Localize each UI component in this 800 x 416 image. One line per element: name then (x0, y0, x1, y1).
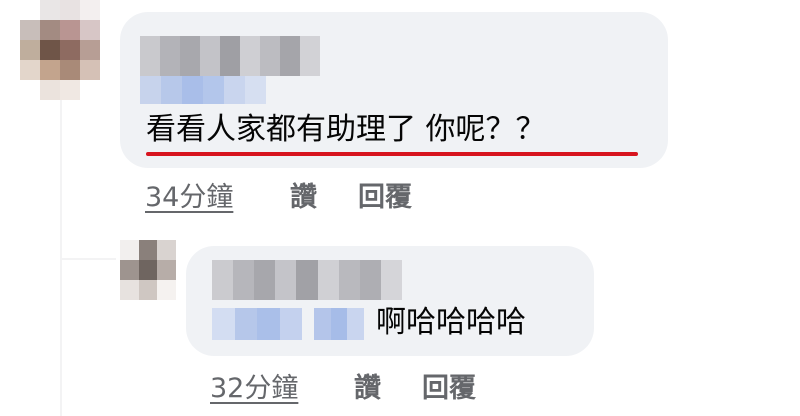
blurred-mention (212, 308, 302, 340)
reply-avatar[interactable] (120, 240, 176, 300)
reply-reply-button[interactable]: 回覆 (422, 375, 476, 402)
blurred-mention (314, 308, 365, 340)
blurred-subtitle (140, 76, 266, 104)
blurred-username[interactable] (212, 260, 402, 300)
reply-text: 啊哈哈哈哈 (376, 305, 526, 340)
like-button[interactable]: 讚 (290, 184, 317, 211)
reply-button[interactable]: 回覆 (358, 184, 412, 211)
avatar[interactable] (20, 0, 100, 100)
reply-bubble: 啊哈哈哈哈 (186, 246, 594, 356)
comment-text: 看看人家都有助理了 你呢？？ (146, 112, 546, 147)
reply-like-button[interactable]: 讚 (354, 375, 381, 402)
reply-connector-line (60, 258, 116, 260)
reply-timestamp-link[interactable]: 32分鐘 (210, 375, 298, 402)
highlight-underline (146, 152, 638, 156)
comment-bubble: 看看人家都有助理了 你呢？？ (120, 12, 668, 168)
blurred-username[interactable] (140, 36, 320, 76)
thread-line (60, 95, 62, 416)
comment-timestamp-link[interactable]: 34分鐘 (145, 184, 233, 211)
